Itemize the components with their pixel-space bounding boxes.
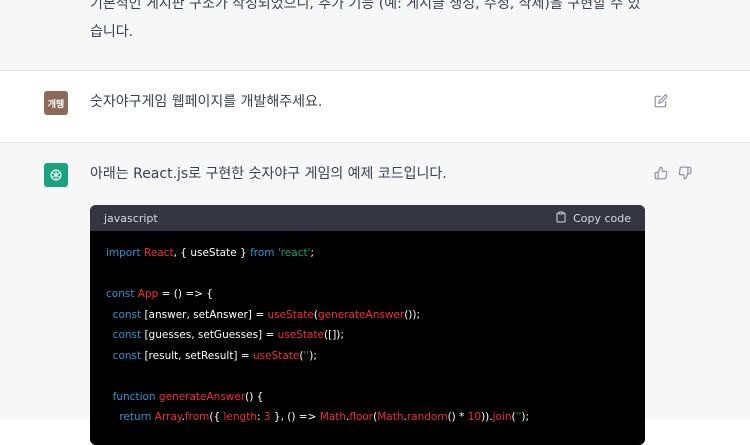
code-token: ([]);: [324, 329, 344, 341]
code-token: useState: [277, 329, 325, 341]
code-token: App: [134, 288, 159, 300]
code-line: const App = () => {: [106, 284, 629, 305]
code-line: const [result, setResult] = useState('')…: [106, 346, 629, 367]
code-token: () *: [447, 411, 468, 423]
code-token: :: [256, 411, 264, 423]
code-language-label: javascript: [104, 211, 158, 225]
code-token: Math: [319, 411, 346, 423]
code-token: random: [406, 411, 448, 423]
thumbs-down-icon[interactable]: [677, 165, 693, 181]
code-token: from: [184, 411, 210, 423]
code-line: return Array.from({ length: 3 }, () => M…: [106, 407, 629, 428]
code-line: import React, { useState } from 'react';: [106, 243, 629, 264]
code-line: const [answer, setAnswer] = useState(gen…: [106, 305, 629, 326]
user-message: 개텡 숫자야구게임 웹페이지를 개발해주세요.: [0, 71, 750, 143]
code-body: import React, { useState } from 'react';…: [90, 231, 645, 440]
code-token: [guesses, setGuesses] =: [141, 329, 278, 341]
code-token: Array: [151, 411, 182, 423]
copy-code-label: Copy code: [573, 211, 631, 225]
code-token: [answer, setAnswer] =: [141, 308, 268, 321]
code-token: from: [250, 247, 275, 259]
code-token: React: [140, 247, 174, 259]
edit-icon[interactable]: [653, 93, 669, 109]
assistant-message-text: 아래는 React.js로 구현한 숫자야구 게임의 예제 코드입니다.: [90, 166, 447, 182]
previous-message-text: 기본적인 게시판 구조가 작성되었으니, 추가 기능 (예: 게시글 생성, 수…: [90, 0, 641, 40]
code-token: join: [492, 411, 512, 423]
code-token: 'react': [274, 247, 311, 259]
code-token: const: [106, 349, 142, 362]
code-token: useState: [253, 349, 300, 362]
code-token: return: [106, 411, 152, 423]
code-token: )).: [481, 411, 493, 423]
user-message-text: 숫자야구게임 웹페이지를 개발해주세요.: [90, 94, 323, 110]
code-block: javascript Copy code import React, { use…: [90, 205, 645, 445]
chatgpt-logo-icon: [44, 163, 68, 187]
thumbs-up-icon[interactable]: [653, 165, 669, 181]
code-token: ;: [310, 247, 315, 259]
user-avatar: 개텡: [44, 91, 68, 115]
code-token: 3: [263, 411, 271, 423]
clipboard-icon: [555, 211, 567, 226]
assistant-message: 아래는 React.js로 구현한 숫자야구 게임의 예제 코드입니다. jav…: [0, 143, 750, 445]
code-line: const [guesses, setGuesses] = useState([…: [106, 325, 629, 346]
code-token: ({: [209, 411, 224, 423]
code-line: function generateAnswer() {: [106, 387, 629, 408]
code-token: );: [521, 411, 530, 423]
code-token: () {: [245, 390, 264, 403]
code-token: length: [223, 411, 257, 423]
copy-code-button[interactable]: Copy code: [555, 211, 631, 226]
code-token: generateAnswer: [155, 390, 246, 403]
code-token: generateAnswer: [317, 308, 405, 321]
code-token: function: [106, 390, 156, 403]
code-token: }, () =>: [270, 411, 320, 423]
code-token: Math: [377, 411, 404, 423]
code-token: floor: [349, 411, 374, 423]
code-token: = () => {: [158, 288, 213, 300]
code-token: [result, setResult] =: [141, 349, 254, 362]
code-token: );: [309, 349, 317, 362]
code-token: import: [106, 247, 141, 259]
code-token: const: [106, 308, 142, 321]
code-token: 10: [467, 411, 482, 423]
code-header: javascript Copy code: [90, 205, 645, 231]
code-token: useState: [267, 308, 314, 321]
previous-assistant-message: 기본적인 게시판 구조가 작성되었으니, 추가 기능 (예: 게시글 생성, 수…: [0, 0, 750, 71]
code-token: const: [106, 329, 142, 341]
code-token: , { useState }: [173, 247, 251, 259]
code-token: const: [106, 288, 135, 300]
code-token: ());: [404, 308, 421, 321]
